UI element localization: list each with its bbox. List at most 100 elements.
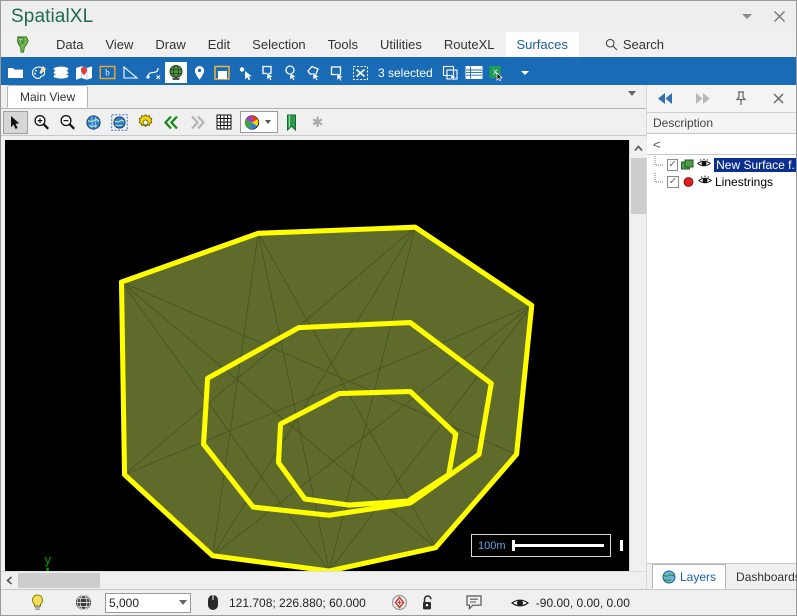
status-bar: 5,000 121.708; 226.880; 60.000 -90.00, 0… [1,589,796,615]
zoom-out-icon-button[interactable] [55,111,80,134]
ribbon-tab-tools[interactable]: Tools [317,32,369,57]
scroll-left-button[interactable] [1,572,18,589]
close-window-button[interactable] [763,1,796,32]
svg-text:AB: AB [18,38,24,43]
color-palette-icon [244,114,260,130]
location-pin-icon-button[interactable] [188,62,210,83]
layers-filter-row[interactable]: < [647,134,796,155]
bookmark-icon [287,114,296,131]
layer-visibility-checkbox[interactable]: ✓ [667,175,679,188]
projection-globe-button[interactable] [71,592,95,614]
ribbon-tab-data[interactable]: Data [45,32,94,57]
ribbon-tab-label: Selection [252,37,306,52]
notes-button[interactable] [462,592,486,614]
zoom-selected-globe-icon-button[interactable] [107,111,132,134]
ribbon-tab-label: Utilities [380,37,422,52]
grid-icon-button[interactable] [211,111,236,134]
layer-tree-item[interactable]: ✓ Linestrings [647,173,796,190]
boundary-icon-button[interactable]: b [96,62,118,83]
select-point-icon-button[interactable] [234,62,256,83]
scale-dropdown[interactable]: 5,000 [105,592,191,613]
ribbon-tab-routexl[interactable]: RouteXL [433,32,506,57]
scale-bar-line [511,540,605,551]
ribbon-search[interactable]: Search [595,32,674,57]
map-pin-icon-button[interactable] [73,62,95,83]
measure-angle-icon-button[interactable] [119,62,141,83]
select-polygon-icon [306,65,320,81]
select-rectangle-icon-button[interactable] [257,62,279,83]
layer-tree-item[interactable]: ✓ New Surface f... [647,156,796,173]
ribbon-tab-surfaces[interactable]: Surfaces [505,32,580,60]
excel-export-icon-button[interactable]: X [486,62,508,83]
ribbon-overflow-button[interactable] [514,62,536,83]
dock-close-button[interactable] [768,88,790,110]
globe-icon-button[interactable] [165,62,187,83]
horizontal-scroll-thumb[interactable] [18,573,100,588]
hint-lightbulb-button[interactable] [25,592,49,614]
open-folder-icon-button[interactable] [4,62,26,83]
canvas-vertical-scrollbar[interactable] [629,140,647,571]
clip-region-icon-button[interactable] [211,62,233,83]
snap-target-icon [392,594,408,611]
ribbon-tab-utilities[interactable]: Utilities [369,32,433,57]
dock-expand-right-button[interactable] [692,88,714,110]
ribbon-tab-draw[interactable]: Draw [144,32,196,57]
ribbon-tab-label: Surfaces [516,37,568,52]
select-polygon-icon-button[interactable] [303,62,325,83]
select-box-icon-button[interactable] [326,62,348,83]
zoom-in-icon-button[interactable] [29,111,54,134]
next-view-icon-button[interactable] [185,111,210,134]
layer-visibility-checkbox[interactable]: ✓ [667,158,679,171]
lock-toggle-button[interactable] [416,592,440,614]
vertical-scroll-thumb[interactable] [630,158,646,214]
copy-selection-icon-button[interactable] [440,62,462,83]
color-palette-dropdown[interactable] [240,111,278,133]
scale-value: 5,000 [109,595,140,610]
layer-visibility-icon[interactable] [697,175,713,189]
africa-app-icon: AB [16,35,29,53]
note-icon [466,595,482,610]
previous-view-icon-button[interactable] [159,111,184,134]
chevron-down-icon [520,70,529,75]
select-rectangle-icon [261,65,274,81]
asterisk-icon-button[interactable]: ✱ [305,111,330,134]
layers-stack-icon-button[interactable] [50,62,72,83]
globe-icon [662,570,676,583]
view-settings-gear-icon-button[interactable] [133,111,158,134]
zoom-extents-globe-icon-button[interactable] [81,111,106,134]
clear-selection-icon-button[interactable] [349,62,371,83]
snap-target-button[interactable] [388,592,412,614]
dock-tab-layers[interactable]: Layers [652,564,727,589]
ribbon-tab-selection[interactable]: Selection [241,32,316,57]
scroll-up-button[interactable] [629,140,647,157]
document-tab-main-view[interactable]: Main View [7,85,89,108]
select-circle-icon-button[interactable] [280,62,302,83]
palette-pin-icon-button[interactable] [27,62,49,83]
application-title: SpatialXL [11,5,94,27]
table-view-icon-button[interactable] [463,62,485,83]
layers-column-header[interactable]: Description [647,113,796,134]
ribbon-tab-bar: AB Data View Draw Edit Selection Tools Utiliti… [1,32,796,60]
layer-visibility-icon[interactable] [697,158,712,172]
dock-pin-button[interactable] [730,88,752,110]
ribbon-tab-edit[interactable]: Edit [197,32,241,57]
pointer-arrow-icon-button[interactable] [3,110,28,134]
boundary-icon: b [99,65,116,80]
application-menu-button[interactable]: AB [1,32,45,57]
layers-tree[interactable]: ✓ New Surface f... ✓ Linestrings [647,155,796,563]
table-view-icon [465,66,483,79]
dock-collapse-left-button[interactable] [654,88,676,110]
location-pin-icon [194,65,204,80]
bookmark-icon-button[interactable] [279,111,304,134]
map-canvas[interactable]: y x z 100m [5,140,629,571]
edit-vertex-icon-button[interactable] [142,62,164,83]
eye-visible-icon [697,175,713,183]
dock-tab-dashboards[interactable]: Dashboards [726,564,797,589]
tabstrip-overflow-icon[interactable] [628,91,636,96]
window-menu-button[interactable] [730,1,763,32]
ribbon-tab-label: Draw [155,37,186,52]
canvas-horizontal-scrollbar[interactable] [1,571,646,589]
ribbon-tab-view[interactable]: View [94,32,144,57]
expand-right-icon [695,93,710,104]
main-body: Main View ✱ y 100m Description < ✓ New S… [1,85,797,589]
